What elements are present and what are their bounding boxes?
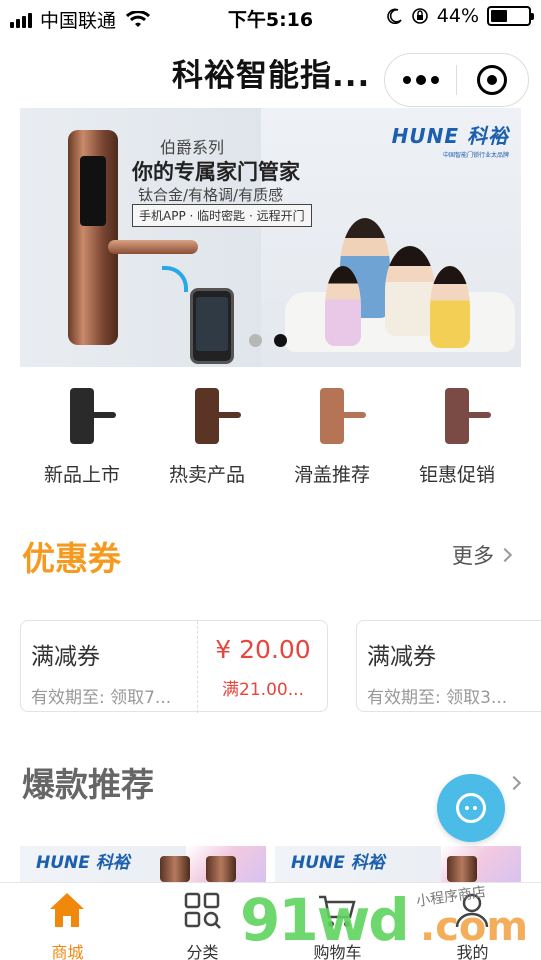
category-new-arrivals[interactable]: 新品上市 [22, 380, 142, 490]
coupon-condition: 满21.00... [222, 680, 304, 700]
coupon-card[interactable]: 满减券 有效期至: 领取7... ¥ 20.00 满21.00... [20, 620, 328, 713]
tab-cart[interactable]: 购物车 [270, 883, 405, 960]
door-lock-image [68, 130, 198, 345]
headset-icon [456, 793, 486, 823]
carousel-dot[interactable] [249, 334, 262, 347]
more-menu-button[interactable] [385, 74, 456, 85]
wifi-signal-icon [162, 266, 188, 292]
family-photo [285, 218, 515, 358]
moon-icon [387, 8, 402, 24]
home-icon [50, 893, 84, 927]
product-list: HUNE 科裕 HUNE 科裕 [20, 846, 521, 882]
banner-headline: 你的专属家门管家 [132, 160, 300, 184]
product-brand-logo: HUNE 科裕 [36, 853, 130, 873]
category-label: 钜惠促销 [418, 464, 495, 486]
more-label: 更多 [452, 544, 494, 568]
lock-thumbnail [320, 388, 366, 444]
banner-series: 伯爵系列 [160, 138, 225, 157]
category-label: 新品上市 [43, 464, 120, 486]
battery-fill [491, 10, 507, 22]
category-hot-sale[interactable]: 热卖产品 [147, 380, 267, 490]
battery-icon [487, 6, 534, 26]
banner-subline: 钛合金/有格调/有质感 [138, 186, 284, 204]
lock-thumbnail [160, 856, 190, 882]
tab-label: 购物车 [313, 943, 362, 960]
category-label: 滑盖推荐 [293, 464, 370, 486]
product-brand-logo: HUNE 科裕 [291, 853, 385, 873]
carousel-dot-active[interactable] [274, 334, 287, 347]
chevron-right-icon [497, 547, 513, 563]
category-grid: 新品上市 热卖产品 滑盖推荐 钜惠促销 [0, 380, 541, 490]
category-slide-cover[interactable]: 滑盖推荐 [272, 380, 392, 490]
status-right: 44% [387, 5, 534, 27]
tab-label: 商城 [51, 943, 84, 960]
target-icon [477, 65, 508, 95]
battery-percent: 44% [436, 5, 479, 27]
coupon-validity: 有效期至: 领取3... [367, 688, 508, 708]
page-title: 科裕智能指... [172, 58, 371, 94]
coupon-title: 满减券 [367, 644, 436, 670]
coupon-section-title: 优惠券 [22, 539, 121, 578]
customer-service-button[interactable] [437, 774, 505, 842]
coupon-value-panel: ¥ 20.00 满21.00... [197, 621, 327, 713]
carousel-indicator [249, 334, 287, 347]
coupon-validity: 有效期至: 领取7... [31, 688, 172, 708]
lock-thumbnail [195, 388, 241, 444]
hot-section-title: 爆款推荐 [22, 765, 154, 804]
tab-label: 分类 [186, 943, 219, 960]
banner-carousel[interactable]: 伯爵系列 你的专属家门管家 钛合金/有格调/有质感 手机APP · 临时密匙 ·… [20, 108, 521, 367]
lock-thumbnail [447, 856, 477, 882]
more-dot-icon [415, 74, 426, 85]
user-icon [455, 893, 489, 928]
tab-home[interactable]: 商城 [0, 883, 135, 960]
phone-image [190, 288, 234, 364]
category-icon [184, 892, 221, 929]
chevron-right-icon[interactable] [506, 775, 522, 791]
more-dot-icon [402, 75, 411, 84]
coupon-card[interactable]: 满减券 有效期至: 领取3... [356, 620, 541, 712]
nav-header: 科裕智能指... [0, 36, 541, 107]
status-bar: 中国联通 下午5:16 44% [0, 0, 541, 36]
category-promotion[interactable]: 钜惠促销 [397, 380, 517, 490]
coupon-more-link[interactable]: 更多 [452, 540, 513, 570]
brand-logo: HUNE 科裕 中国智能门锁行业太品牌 [392, 120, 509, 159]
cart-icon [319, 895, 356, 927]
rotation-lock-icon [411, 8, 428, 24]
lock-thumbnail [70, 388, 116, 444]
close-mini-program-button[interactable] [457, 65, 528, 95]
product-card[interactable]: HUNE 科裕 [275, 846, 521, 882]
category-label: 热卖产品 [168, 464, 245, 486]
tab-mine[interactable]: 我的 [405, 883, 540, 960]
lock-thumbnail [445, 388, 491, 444]
brand-logo-text: HUNE 科裕 [391, 124, 509, 148]
tab-category[interactable]: 分类 [135, 883, 270, 960]
lock-thumbnail [206, 856, 236, 882]
tab-label: 我的 [456, 943, 489, 960]
brand-slogan: 中国智能门锁行业太品牌 [442, 152, 509, 159]
more-dot-icon [430, 75, 439, 84]
mini-program-capsule [384, 53, 529, 107]
tab-bar: 商城 分类 购物车 我的 [0, 882, 541, 960]
coupon-price: ¥ 20.00 [215, 635, 311, 664]
coupon-title: 满减券 [31, 644, 100, 670]
product-card[interactable]: HUNE 科裕 [20, 846, 266, 882]
